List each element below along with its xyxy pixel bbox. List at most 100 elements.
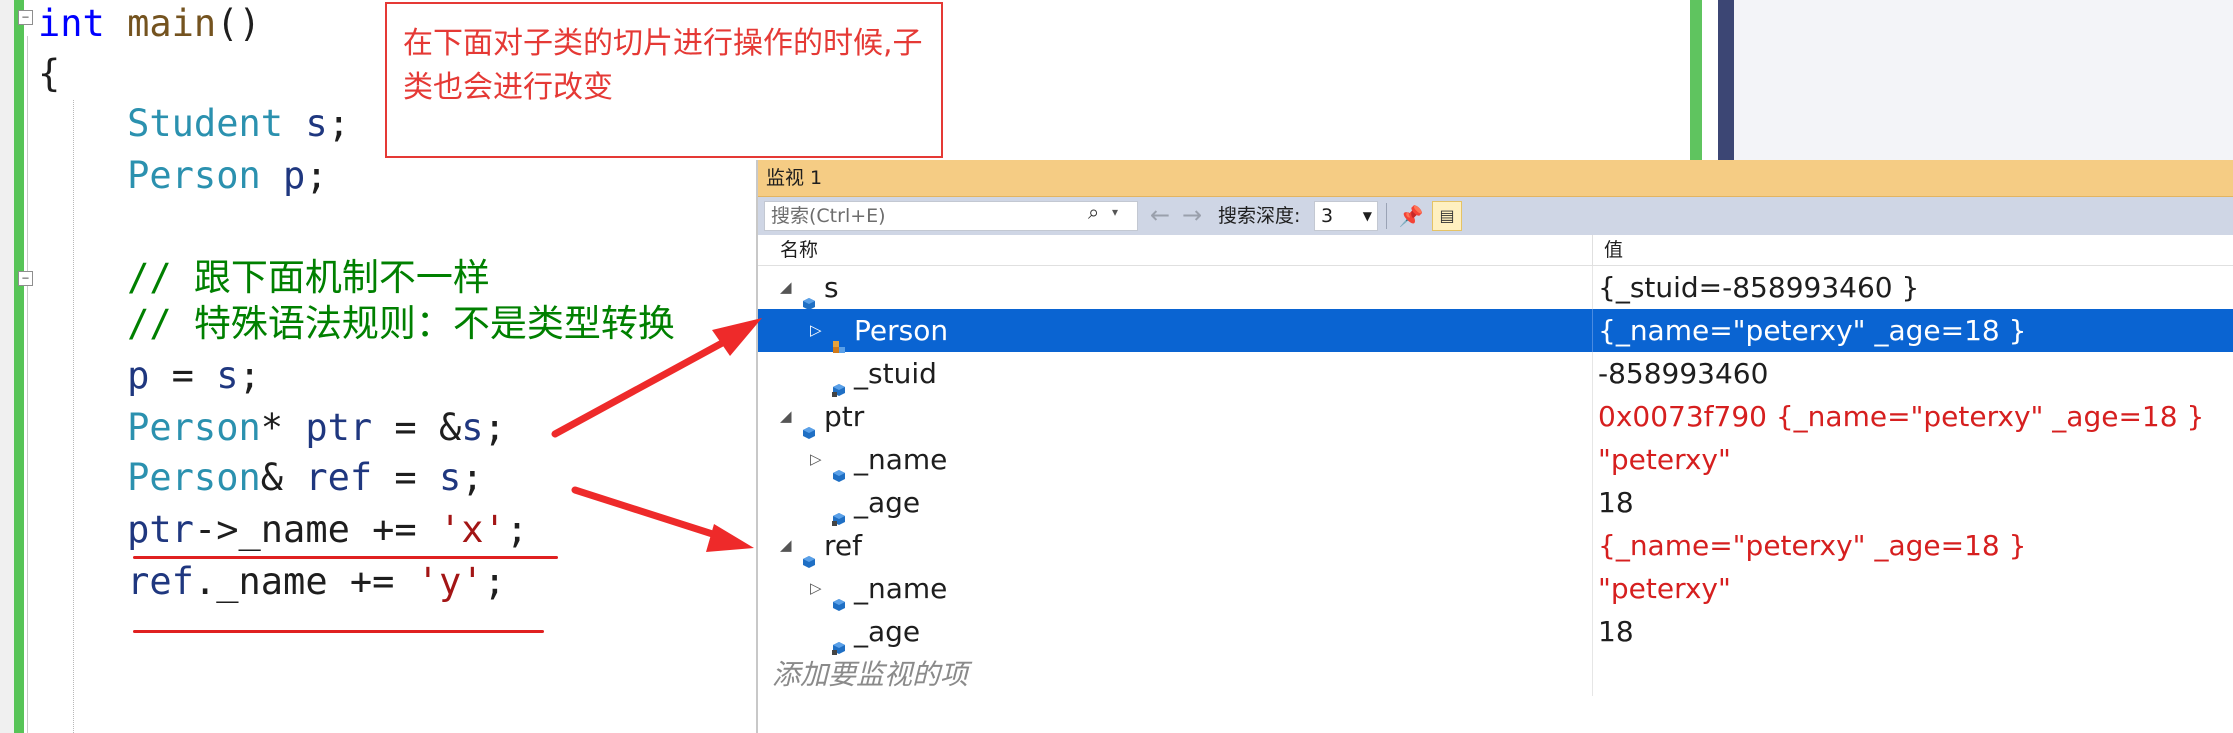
- code-token: main: [127, 2, 217, 45]
- watch-row[interactable]: _age 18: [758, 481, 2233, 526]
- code-token: ;: [483, 406, 506, 449]
- expand-row-icon[interactable]: ▷: [810, 567, 822, 610]
- field-icon: [832, 624, 846, 655]
- code-token: ptr: [127, 508, 194, 551]
- row-divider: [1592, 567, 1593, 610]
- code-line: Person p;: [38, 152, 328, 200]
- watch-row[interactable]: ▷ _name "peterxy": [758, 567, 2233, 611]
- row-divider: [1592, 653, 1593, 696]
- column-value-header[interactable]: 值: [1604, 235, 1623, 265]
- search-depth-label: 搜索深度:: [1218, 205, 1301, 227]
- collapse-row-icon[interactable]: ◢: [780, 266, 792, 309]
- search-dropdown-icon[interactable]: ▾: [1112, 200, 1118, 224]
- hex-view-icon[interactable]: ▤: [1432, 201, 1462, 231]
- watch-row[interactable]: _age 18: [758, 610, 2233, 655]
- row-divider: [1592, 395, 1593, 438]
- scrollbar-marker: [1718, 0, 1734, 160]
- collapse-row-icon[interactable]: ◢: [780, 395, 792, 438]
- field-icon: [832, 366, 846, 397]
- object-icon: [832, 452, 846, 482]
- column-name-header[interactable]: 名称: [780, 235, 818, 265]
- code-line: ref._name += 'y';: [38, 558, 506, 606]
- search-back-icon[interactable]: ←: [1150, 201, 1170, 229]
- search-depth-select[interactable]: 3 ▼: [1314, 201, 1378, 231]
- row-divider: [1592, 352, 1593, 395]
- code-token: ref: [305, 456, 373, 499]
- code-token: Person: [127, 154, 261, 197]
- code-token: p: [127, 354, 150, 397]
- watch-row-value[interactable]: 0x0073f790 {_name="peterxy" _age=18 }: [1598, 395, 2204, 438]
- search-input[interactable]: 搜索(Ctrl+E): [764, 201, 1138, 231]
- code-line: {: [38, 50, 60, 98]
- code-token: Student: [127, 102, 284, 145]
- watch-row-value[interactable]: 18: [1598, 610, 1634, 653]
- code-token: s: [438, 456, 462, 499]
- code-token: ref: [127, 560, 194, 603]
- watch-row-name: ptr: [824, 400, 865, 433]
- object-icon: [832, 581, 846, 611]
- watch-title-bar[interactable]: 监视 1: [758, 160, 2233, 197]
- watch-row[interactable]: ◢ s {_stuid=-858993460 }: [758, 266, 2233, 310]
- depth-dropdown-icon: ▼: [1362, 209, 1372, 223]
- watch-row-value[interactable]: -858993460: [1598, 352, 1768, 395]
- row-divider: [1592, 438, 1593, 481]
- watch-row[interactable]: ◢ ref {_name="peterxy" _age=18 }: [758, 524, 2233, 568]
- search-depth-value: 3: [1321, 205, 1334, 227]
- watch-toolbar: 搜索(Ctrl+E) ⌕ ▾ ← → 搜索深度: 3 ▼ 📌 ▤: [758, 197, 2233, 235]
- fold-guide-line: [27, 36, 28, 733]
- watch-row-value[interactable]: "peterxy": [1598, 438, 1731, 481]
- code-token: ->_name +=: [193, 508, 439, 551]
- change-tracking-bar: [14, 0, 24, 733]
- annotation-text: 在下面对子类的切片进行操作的时候,子类也会进行改变: [403, 26, 923, 105]
- collapse-main-icon[interactable]: −: [18, 10, 33, 25]
- code-token: s: [461, 406, 484, 449]
- code-token: (): [216, 2, 261, 45]
- side-panel-area: [1734, 0, 2233, 160]
- expand-row-icon[interactable]: ▷: [810, 309, 822, 352]
- code-line: p = s;: [38, 352, 261, 400]
- code-token: *: [260, 406, 306, 449]
- watch-row[interactable]: ◢ ptr 0x0073f790 {_name="peterxy" _age=18 …: [758, 395, 2233, 439]
- code-token: &: [260, 456, 306, 499]
- watch-row-value[interactable]: {_name="peterxy" _age=18 }: [1598, 309, 2026, 352]
- collapse-row-icon[interactable]: ◢: [780, 524, 792, 567]
- watch-row-name: _age: [854, 615, 921, 648]
- watch-row-name: _name: [854, 572, 948, 605]
- watch-row-value[interactable]: 18: [1598, 481, 1634, 524]
- watch-window[interactable]: 监视 1 搜索(Ctrl+E) ⌕ ▾ ← → 搜索深度: 3 ▼ 📌 ▤ 名称…: [756, 160, 2233, 733]
- code-token: ._name +=: [193, 560, 417, 603]
- field-icon: [832, 495, 846, 526]
- search-icon[interactable]: ⌕: [1088, 200, 1099, 224]
- row-divider: [1592, 309, 1593, 352]
- collapse-comment-icon[interactable]: −: [18, 271, 33, 286]
- column-divider[interactable]: [1592, 235, 1593, 265]
- pin-filter-icon[interactable]: 📌: [1396, 201, 1426, 231]
- row-divider: [1592, 610, 1593, 653]
- watch-row-value[interactable]: {_name="peterxy" _age=18 }: [1598, 524, 2026, 567]
- code-token: = &: [372, 406, 462, 449]
- search-forward-icon[interactable]: →: [1182, 201, 1202, 229]
- watch-row-name: _name: [854, 443, 948, 476]
- code-token: ;: [483, 560, 506, 603]
- object-icon: [802, 538, 816, 568]
- code-token: s: [305, 102, 328, 145]
- watch-row-value[interactable]: "peterxy": [1598, 567, 1731, 610]
- expand-row-icon[interactable]: ▷: [810, 438, 822, 481]
- watch-row[interactable]: ▷ _name "peterxy": [758, 438, 2233, 482]
- watch-row[interactable]: ▷ Person {_name="peterxy" _age=18 }: [758, 309, 2233, 353]
- watch-row[interactable]: _stuid -858993460: [758, 352, 2233, 397]
- right-change-bar: [1690, 0, 1702, 160]
- watch-row-value[interactable]: {_stuid=-858993460 }: [1598, 266, 1919, 309]
- row-divider: [1592, 266, 1593, 309]
- code-line: // 特殊语法规则：不是类型转换: [38, 300, 675, 348]
- code-line: ptr->_name += 'x';: [38, 506, 528, 554]
- code-token: ptr: [305, 406, 373, 449]
- add-watch-row[interactable]: 添加要监视的项: [758, 653, 2233, 696]
